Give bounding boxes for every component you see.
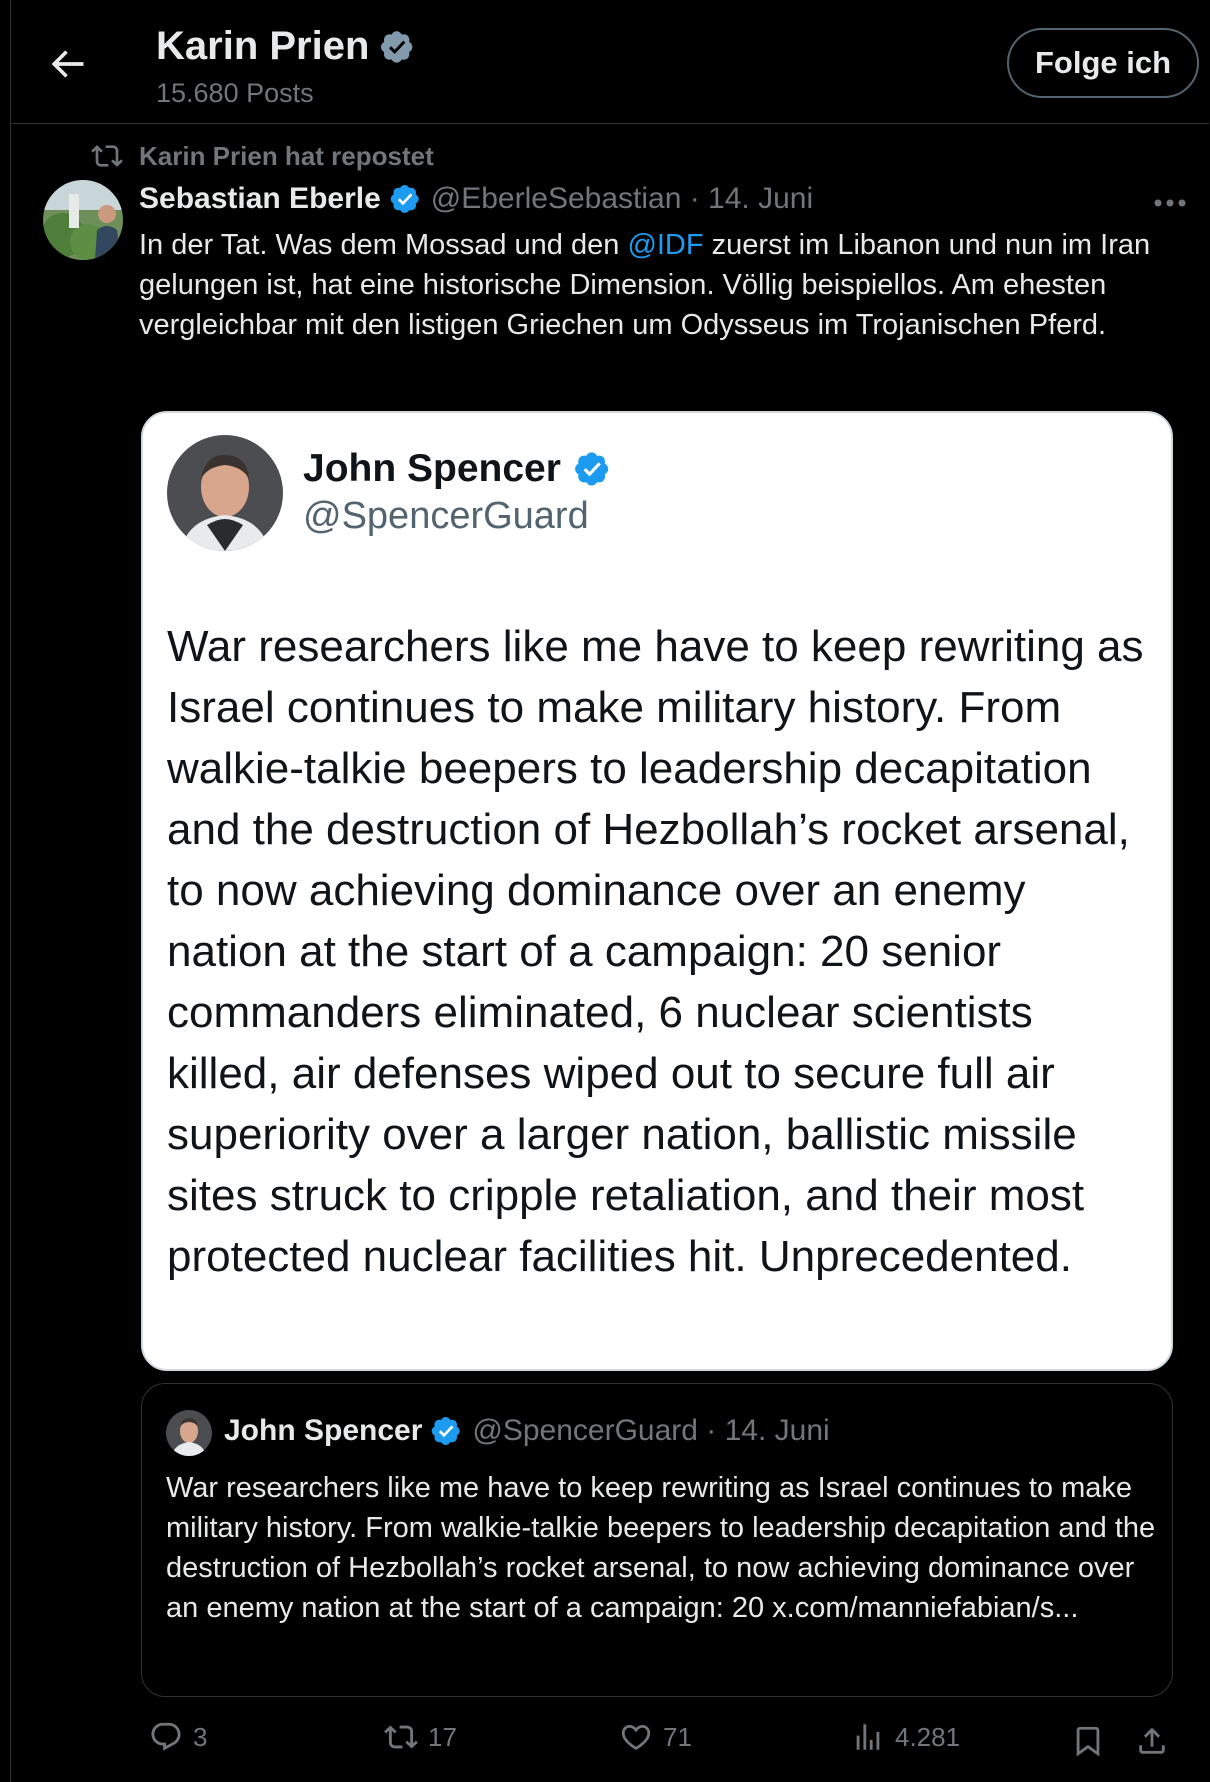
repost-button[interactable]: 17 bbox=[384, 1720, 457, 1754]
following-button[interactable]: Folge ich bbox=[1007, 28, 1199, 98]
profile-name-text: Karin Prien bbox=[156, 24, 370, 68]
card-author-handle: @SpencerGuard bbox=[303, 495, 589, 537]
like-icon bbox=[621, 1724, 651, 1750]
embedded-image-card[interactable]: John Spencer @SpencerGuard War researche… bbox=[141, 411, 1173, 1371]
author-name[interactable]: Sebastian Eberle bbox=[139, 182, 381, 216]
quote-author-name: John Spencer bbox=[224, 1414, 423, 1447]
back-arrow-icon[interactable] bbox=[45, 42, 89, 86]
card-author-name-text: John Spencer bbox=[303, 447, 561, 490]
author-avatar[interactable] bbox=[43, 180, 123, 260]
verified-badge-icon bbox=[381, 30, 413, 63]
quote-avatar bbox=[166, 1410, 212, 1456]
repost-icon bbox=[91, 145, 123, 167]
repost-count: 17 bbox=[428, 1721, 457, 1752]
like-button[interactable]: 71 bbox=[619, 1720, 692, 1754]
views-icon bbox=[856, 1724, 880, 1750]
post-text: In der Tat. Was dem Mossad und den @IDF … bbox=[139, 225, 1159, 345]
like-count: 71 bbox=[663, 1721, 692, 1752]
share-icon[interactable] bbox=[1135, 1724, 1169, 1758]
quote-handle-date: @SpencerGuard · 14. Juni bbox=[472, 1414, 830, 1447]
views-button[interactable]: 4.281 bbox=[851, 1720, 960, 1754]
quote-text: War researchers like me have to keep rew… bbox=[166, 1472, 1156, 1624]
repost-label: Karin Prien hat repostet bbox=[139, 140, 434, 171]
posts-count: 15.680 Posts bbox=[156, 78, 314, 108]
author-avatar-image bbox=[43, 180, 123, 260]
card-text: War researchers like me have to keep rew… bbox=[167, 622, 1144, 1281]
profile-header: Karin Prien 15.680 Posts Folge ich bbox=[11, 0, 1209, 124]
reply-button[interactable]: 3 bbox=[149, 1720, 207, 1754]
repost-icon bbox=[384, 1725, 418, 1749]
quote-header: John Spencer @SpencerGuard · 14. Juni bbox=[224, 1414, 830, 1448]
verified-badge-icon bbox=[432, 1417, 461, 1445]
card-author-name: John Spencer bbox=[303, 447, 611, 491]
views-count: 4.281 bbox=[895, 1721, 961, 1752]
timeline-column: Karin Prien 15.680 Posts Folge ich Karin… bbox=[10, 0, 1209, 1782]
post-text-part1: In der Tat. Was dem Mossad und den bbox=[139, 229, 628, 261]
reply-count: 3 bbox=[193, 1721, 208, 1752]
card-avatar bbox=[167, 435, 283, 551]
bookmark-icon[interactable] bbox=[1071, 1724, 1105, 1758]
mention-link[interactable]: @IDF bbox=[627, 229, 703, 261]
more-icon[interactable] bbox=[1153, 198, 1187, 208]
author-handle-date[interactable]: @EberleSebastian · 14. Juni bbox=[431, 182, 813, 216]
post-header: Sebastian Eberle @EberleSebastian · 14. … bbox=[139, 182, 813, 216]
verified-badge-icon bbox=[390, 185, 419, 213]
quoted-post[interactable]: John Spencer @SpencerGuard · 14. Juni Wa… bbox=[141, 1383, 1173, 1697]
repost-indicator[interactable]: Karin Prien hat repostet bbox=[91, 140, 434, 172]
action-bar: 3 17 71 4.281 bbox=[139, 1720, 1189, 1764]
reply-icon bbox=[151, 1722, 181, 1751]
verified-badge-icon bbox=[574, 452, 609, 486]
profile-name: Karin Prien bbox=[156, 24, 415, 69]
